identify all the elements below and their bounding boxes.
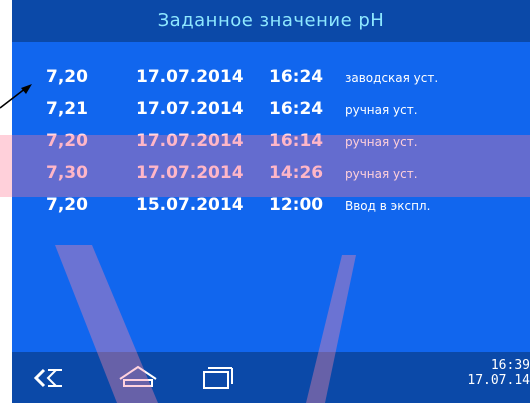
entry-description: ручная уст. — [345, 135, 418, 149]
entry-time: 16:24 — [269, 99, 324, 119]
entry-date: 17.07.2014 — [136, 131, 244, 151]
entry-time: 16:24 — [269, 67, 324, 87]
status-clock: 16:39 17.07.14 — [467, 358, 530, 388]
list-item: 7,20 15.07.2014 12:00 Ввод в экспл. — [12, 190, 530, 220]
ph-value: 7,20 — [46, 131, 88, 151]
ph-value: 7,20 — [46, 67, 88, 87]
entry-time: 12:00 — [269, 195, 324, 215]
recent-apps-icon — [203, 367, 233, 389]
ph-value: 7,20 — [46, 195, 88, 215]
back-icon — [33, 368, 62, 388]
list-item: 7,20 17.07.2014 16:24 заводская уст. — [12, 62, 530, 92]
clock-date: 17.07.14 — [467, 373, 530, 388]
home-button[interactable] — [115, 362, 161, 392]
entry-date: 17.07.2014 — [136, 163, 244, 183]
ph-value: 7,30 — [46, 163, 88, 183]
entry-time: 16:14 — [269, 131, 324, 151]
entry-time: 14:26 — [269, 163, 324, 183]
page-title: Заданное значение pH — [12, 0, 530, 42]
navigation-bar: 16:39 17.07.14 — [12, 352, 530, 403]
clock-time: 16:39 — [490, 358, 530, 373]
entry-description: заводская уст. — [345, 71, 439, 85]
ph-value: 7,21 — [46, 99, 88, 119]
entry-date: 17.07.2014 — [136, 99, 244, 119]
list-item: 7,30 17.07.2014 14:26 ручная уст. — [12, 158, 530, 188]
entry-description: ручная уст. — [345, 103, 418, 117]
arrow-pointer-icon — [0, 84, 32, 109]
entry-date: 17.07.2014 — [136, 67, 244, 87]
home-icon — [119, 365, 157, 387]
entry-description: Ввод в экспл. — [345, 199, 431, 213]
list-item: 7,21 17.07.2014 16:24 ручная уст. — [12, 94, 530, 124]
back-button[interactable] — [30, 362, 70, 392]
entry-date: 15.07.2014 — [136, 195, 244, 215]
list-item: 7,20 17.07.2014 16:14 ручная уст. — [12, 126, 530, 156]
device-screen: Заданное значение pH 7,20 17.07.2014 16:… — [12, 0, 530, 403]
recent-apps-button[interactable] — [198, 362, 238, 392]
entry-description: ручная уст. — [345, 167, 418, 181]
